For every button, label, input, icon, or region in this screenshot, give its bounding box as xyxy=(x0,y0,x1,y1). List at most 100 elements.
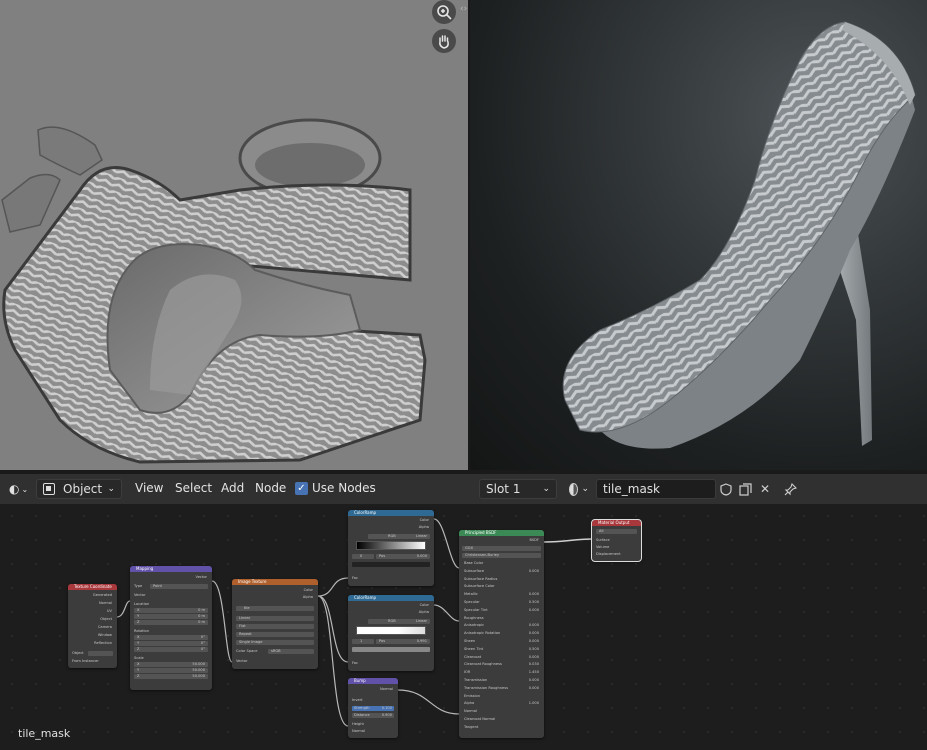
view-toggle-icon[interactable]: ‹› xyxy=(460,4,468,16)
duplicate-icon[interactable] xyxy=(735,479,755,499)
option-value: Flat xyxy=(239,624,246,628)
stop-index[interactable]: 1 xyxy=(360,639,362,643)
pan-hand-icon[interactable] xyxy=(432,29,456,53)
principled-input-value[interactable]: 0.030 xyxy=(529,662,539,666)
principled-input-value[interactable]: 0.000 xyxy=(529,639,539,643)
stop-color[interactable] xyxy=(352,562,430,567)
axis-label: Y xyxy=(137,614,140,618)
use-nodes-toggle[interactable]: ✓ Use Nodes xyxy=(295,481,376,495)
checkbox-icon[interactable]: ✓ xyxy=(295,481,308,495)
principled-input-value[interactable]: 0.500 xyxy=(529,600,539,604)
principled-input-label: Roughness xyxy=(464,615,484,620)
socket-label: Height xyxy=(352,722,364,726)
principled-input-label: Clearcoat Normal xyxy=(464,717,496,721)
principled-input-value[interactable]: 0.000 xyxy=(529,623,539,627)
principled-input-value[interactable]: 0.000 xyxy=(529,631,539,635)
pos-value[interactable]: 0.000 xyxy=(417,554,427,558)
pos-value[interactable]: 0.991 xyxy=(417,639,427,643)
scale-label: Scale xyxy=(134,656,144,660)
projection-dropdown[interactable]: Flat xyxy=(236,624,314,629)
principled-input-value[interactable]: 0.000 xyxy=(529,678,539,682)
socket-label: Normal xyxy=(379,687,393,691)
principled-input-value[interactable]: 1.000 xyxy=(529,701,539,705)
scale-x[interactable]: 50.000 xyxy=(192,662,205,666)
editor-type-dropdown[interactable]: ◐ ⌄ xyxy=(3,479,33,499)
source-dropdown[interactable]: Single Image xyxy=(236,640,314,645)
fake-user-shield-icon[interactable] xyxy=(716,479,736,499)
principled-input-label: Clearcoat xyxy=(464,654,482,659)
socket-label: Generated xyxy=(92,593,112,597)
color-ramp-gradient[interactable] xyxy=(356,626,426,635)
principled-input-value[interactable]: 0.500 xyxy=(529,647,539,651)
node-image-texture[interactable]: Image Texture Color Alpha tile Linear Fl… xyxy=(232,579,318,669)
principled-input-label: Normal xyxy=(464,709,478,714)
location-y[interactable]: 0 m xyxy=(198,614,205,618)
location-x[interactable]: 0 m xyxy=(198,608,205,612)
target-dropdown[interactable]: All xyxy=(596,529,637,534)
menu-add[interactable]: Add xyxy=(221,481,244,495)
slot-dropdown[interactable]: Slot 1 ⌄ xyxy=(479,479,557,499)
principled-input-label: Metallic xyxy=(464,592,478,597)
node-material-output[interactable]: Material Output All Surface Volume Displ… xyxy=(591,519,642,562)
principled-input-value[interactable]: 1.450 xyxy=(529,670,539,674)
rotation-y[interactable]: 0° xyxy=(201,641,205,645)
distance-value[interactable]: 0.900 xyxy=(382,713,392,717)
interpolation-dropdown[interactable]: Linear xyxy=(236,616,314,621)
stop-color[interactable] xyxy=(352,647,430,652)
node-principled-bsdf[interactable]: Principled BSDF BSDF GGX Christensen-Bur… xyxy=(459,530,544,738)
node-colorramp-1[interactable]: ColorRamp Color Alpha RGB Linear 0 Pos 0.0… xyxy=(348,510,434,586)
invert-checkbox[interactable]: Invert xyxy=(352,698,363,702)
principled-input-label: Clearcoat Roughness xyxy=(464,662,502,667)
stop-index[interactable]: 0 xyxy=(360,554,362,558)
principled-input-value[interactable]: 0.000 xyxy=(529,608,539,612)
principled-input-value[interactable]: 0.000 xyxy=(529,686,539,690)
strength-value[interactable]: 0.100 xyxy=(382,706,392,710)
zoom-in-icon[interactable] xyxy=(432,0,456,24)
principled-input-label: Anisotropic xyxy=(464,623,485,628)
rotation-x[interactable]: 0° xyxy=(201,635,205,639)
pin-icon[interactable] xyxy=(780,479,800,499)
principled-input-value[interactable]: 0.000 xyxy=(529,592,539,596)
image-selector[interactable]: tile xyxy=(236,606,314,611)
color-space-dropdown[interactable]: sRGB xyxy=(268,649,314,654)
socket-label: Camera xyxy=(97,625,112,629)
object-field[interactable] xyxy=(88,651,113,656)
node-colorramp-2[interactable]: ColorRamp Color Alpha RGB Linear 1 Pos 0.9… xyxy=(348,595,434,671)
node-texture-coordinate[interactable]: Texture Coordinate Generated Normal UV O… xyxy=(68,584,117,668)
type-dropdown[interactable]: Point xyxy=(150,584,208,589)
subsurface-method-dropdown[interactable]: Christensen-Burley xyxy=(462,553,541,558)
principled-input-value[interactable]: 0.000 xyxy=(529,655,539,659)
node-bump[interactable]: Bump Normal Invert Strength 0.100 Distanc… xyxy=(348,678,398,738)
ramp-mode[interactable]: RGB Linear xyxy=(368,534,430,539)
menu-node[interactable]: Node xyxy=(255,481,286,495)
distribution-dropdown[interactable]: GGX xyxy=(462,546,541,551)
scale-z[interactable]: 50.000 xyxy=(192,674,205,678)
uv-editor-viewport[interactable]: ‹› xyxy=(0,0,468,470)
scale-y[interactable]: 50.000 xyxy=(192,668,205,672)
socket-label: Surface xyxy=(596,538,610,542)
principled-input-value[interactable]: 0.000 xyxy=(529,569,539,573)
principled-input-label: Subsurface xyxy=(464,568,485,573)
3d-viewport[interactable] xyxy=(470,0,927,470)
uv-island-strap-2 xyxy=(1,173,61,233)
socket-label: Alpha xyxy=(418,525,429,529)
menu-view[interactable]: View xyxy=(135,481,163,495)
type-value: Point xyxy=(153,584,162,588)
node-mapping[interactable]: Mapping Vector Type Point Vector Locatio… xyxy=(130,566,212,690)
extension-dropdown[interactable]: Repeat xyxy=(236,632,314,637)
node-editor-canvas[interactable]: Texture Coordinate Generated Normal UV O… xyxy=(0,504,927,750)
menu-select[interactable]: Select xyxy=(175,481,212,495)
socket-label: UV xyxy=(106,609,112,613)
location-label: Location xyxy=(134,602,150,606)
material-name-field[interactable]: tile_mask xyxy=(596,479,716,499)
ramp-mode[interactable]: RGB Linear xyxy=(368,619,430,624)
from-instancer-label[interactable]: From Instancer xyxy=(72,659,99,663)
color-ramp-gradient[interactable] xyxy=(356,541,426,550)
location-z[interactable]: 0 m xyxy=(198,620,205,624)
object-mode-dropdown[interactable]: Object ⌄ xyxy=(36,479,122,499)
rotation-z[interactable]: 0° xyxy=(201,647,205,651)
close-icon[interactable]: ✕ xyxy=(755,479,775,499)
socket-label: Vector xyxy=(195,575,207,579)
axis-label: X xyxy=(137,662,140,666)
material-browse-dropdown[interactable]: ⌄ xyxy=(563,479,595,499)
